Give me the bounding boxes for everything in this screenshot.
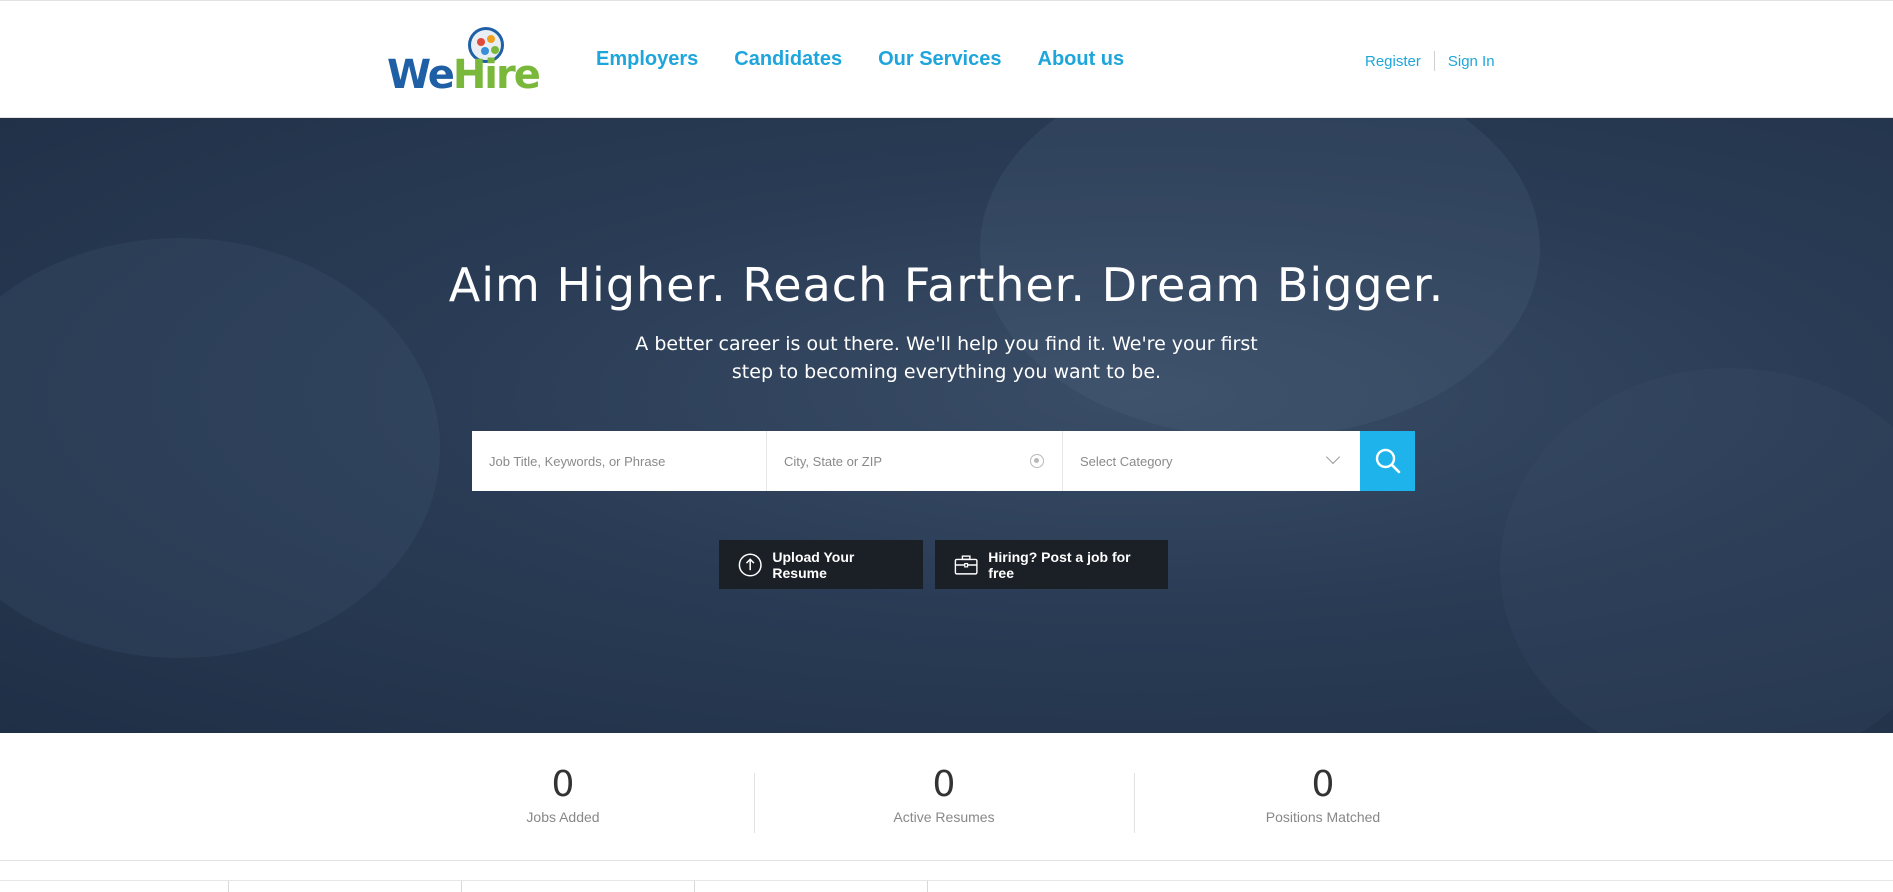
stat-label: Positions Matched — [1265, 808, 1381, 825]
background-shape — [1500, 368, 1893, 733]
stat-positions-matched: 0 Positions Matched — [1223, 765, 1423, 825]
logo-text: WeHire — [387, 52, 541, 98]
post-job-label: Hiring? Post a job for free — [988, 548, 1131, 581]
logo[interactable]: WeHire — [387, 27, 543, 97]
site-header: WeHire Employers Candidates Our Services… — [0, 0, 1893, 118]
post-job-button[interactable]: Hiring? Post a job for free — [935, 540, 1168, 589]
nav-candidates[interactable]: Candidates — [734, 48, 842, 71]
category-select[interactable]: Select Category — [1063, 431, 1360, 491]
stat-label: Active Resumes — [893, 808, 995, 825]
stat-value: 0 — [551, 764, 575, 805]
main-nav: Employers Candidates Our Services About … — [596, 48, 1124, 71]
auth-links: Register Sign In — [1365, 51, 1495, 71]
stats-bar: 0 Jobs Added 0 Active Resumes 0 Position… — [0, 733, 1893, 861]
upload-icon — [738, 552, 762, 577]
divider — [694, 881, 695, 892]
upload-resume-button[interactable]: Upload Your Resume — [719, 540, 923, 589]
divider — [461, 881, 462, 892]
next-section-edge — [0, 880, 1893, 892]
briefcase-icon — [954, 554, 978, 575]
hero-subtitle: A better career is out there. We'll help… — [635, 333, 1258, 383]
hero-title: Aim Higher. Reach Farther. Dream Bigger. — [448, 258, 1445, 312]
divider — [1134, 773, 1135, 833]
nav-about-us[interactable]: About us — [1038, 48, 1125, 71]
keywords-field — [472, 431, 767, 491]
search-button[interactable] — [1360, 431, 1415, 491]
locate-icon[interactable] — [1030, 454, 1044, 468]
nav-employers[interactable]: Employers — [596, 48, 698, 71]
divider — [228, 881, 229, 892]
divider — [1433, 51, 1435, 71]
register-link[interactable]: Register — [1365, 53, 1421, 70]
divider — [927, 881, 928, 892]
hero-section: Aim Higher. Reach Farther. Dream Bigger.… — [0, 118, 1893, 733]
hero-actions: Upload Your Resume Hiring? Post a job fo… — [719, 540, 1168, 589]
stat-value: 0 — [932, 764, 956, 805]
upload-resume-label: Upload Your Resume — [772, 548, 855, 581]
chevron-down-icon — [1325, 449, 1341, 465]
stat-jobs-added: 0 Jobs Added — [463, 765, 663, 825]
stat-label: Jobs Added — [526, 808, 600, 825]
category-selected-value: Select Category — [1080, 453, 1173, 469]
location-input[interactable] — [784, 453, 1045, 469]
stat-active-resumes: 0 Active Resumes — [844, 765, 1044, 825]
signin-link[interactable]: Sign In — [1448, 53, 1495, 70]
location-field — [767, 431, 1063, 491]
job-search-bar: Select Category — [472, 431, 1415, 491]
stat-value: 0 — [1311, 764, 1335, 805]
divider — [754, 773, 755, 833]
search-icon — [1375, 448, 1400, 474]
keywords-input[interactable] — [489, 453, 749, 469]
nav-our-services[interactable]: Our Services — [878, 48, 1001, 71]
